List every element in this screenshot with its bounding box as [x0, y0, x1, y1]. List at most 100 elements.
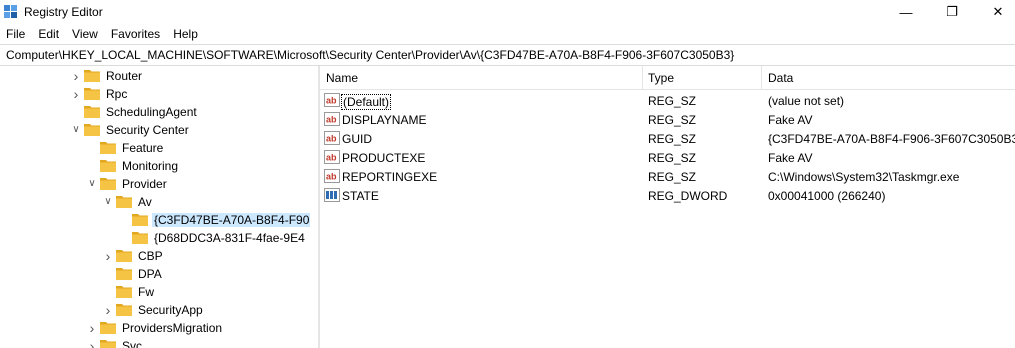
folder-icon: [84, 124, 100, 136]
close-icon: ✕: [992, 4, 1004, 19]
string-value-icon: ab: [324, 169, 340, 183]
registry-key-tree[interactable]: › Router › Rpc SchedulingAgent ∨ Security Cent…: [0, 66, 310, 348]
value-data: C:\Windows\System32\Taskmgr.exe: [768, 170, 960, 184]
svg-text:ab: ab: [326, 115, 337, 125]
value-row[interactable]: ab (Default) REG_SZ (value not set): [320, 91, 1015, 110]
chevron-down-icon[interactable]: ∨: [70, 123, 82, 137]
string-value-icon: ab: [324, 112, 340, 126]
value-type: REG_SZ: [648, 151, 697, 165]
chevron-down-icon[interactable]: ∨: [102, 195, 114, 209]
close-button[interactable]: ✕: [975, 0, 1015, 24]
folder-icon: [116, 304, 132, 316]
address-bar[interactable]: Computer\HKEY_LOCAL_MACHINE\SOFTWARE\Mic…: [0, 44, 1015, 66]
restore-icon: ❐: [946, 4, 958, 19]
folder-icon: [84, 106, 100, 118]
chevron-down-icon[interactable]: ∨: [86, 177, 98, 191]
tree-item-label: Rpc: [106, 87, 128, 101]
string-value-icon: ab: [324, 150, 340, 164]
value-type: REG_DWORD: [648, 189, 728, 203]
menu-edit[interactable]: Edit: [38, 27, 59, 41]
tree-item[interactable]: DPA: [0, 265, 310, 283]
value-data: 0x00041000 (266240): [768, 189, 886, 203]
tree-item-label: Monitoring: [122, 159, 179, 173]
chevron-right-icon[interactable]: ›: [102, 249, 114, 263]
tree-item[interactable]: › CBP: [0, 247, 310, 265]
menu-favorites[interactable]: Favorites: [111, 27, 160, 41]
value-data: {C3FD47BE-A70A-B8F4-F906-3F607C3050B3}: [768, 132, 1015, 146]
tree-item-label: Fw: [138, 285, 154, 299]
tree-item[interactable]: › Router: [0, 67, 310, 85]
menu-view[interactable]: View: [72, 27, 98, 41]
value-name: (Default): [341, 94, 392, 110]
chevron-right-icon[interactable]: ›: [86, 339, 98, 348]
column-header-data[interactable]: Data: [768, 71, 793, 85]
menu-help[interactable]: Help: [173, 27, 198, 41]
value-row[interactable]: ab DISPLAYNAME REG_SZ Fake AV: [320, 110, 1015, 129]
tree-item[interactable]: › SecurityApp: [0, 301, 310, 319]
tree-item-label: {C3FD47BE-A70A-B8F4-F90: [152, 213, 310, 227]
tree-item-label: SchedulingAgent: [106, 105, 197, 119]
tree-item-label: Av: [138, 195, 152, 209]
minimize-button[interactable]: —: [883, 0, 929, 24]
menu-file[interactable]: File: [6, 27, 25, 41]
tree-item[interactable]: SchedulingAgent: [0, 103, 310, 121]
values-list[interactable]: Name Type Data ab (Default) REG_SZ (value n…: [320, 66, 1015, 348]
column-divider[interactable]: [761, 66, 762, 90]
tree-item[interactable]: {D68DDC3A-831F-4fae-9E4: [0, 229, 310, 247]
minimize-icon: —: [899, 4, 913, 20]
folder-icon: [132, 232, 148, 244]
value-type: REG_SZ: [648, 170, 697, 184]
tree-item[interactable]: ∨ Av: [0, 193, 310, 211]
value-name: STATE: [342, 189, 379, 203]
tree-item[interactable]: › Rpc: [0, 85, 310, 103]
folder-icon: [100, 178, 116, 190]
value-type: REG_SZ: [648, 94, 697, 108]
column-header-type[interactable]: Type: [648, 71, 674, 85]
chevron-right-icon[interactable]: ›: [70, 69, 82, 83]
folder-icon: [84, 88, 100, 100]
tree-item-label: ProvidersMigration: [122, 321, 223, 335]
value-data: Fake AV: [768, 151, 813, 165]
value-type: REG_SZ: [648, 113, 697, 127]
svg-text:ab: ab: [326, 96, 337, 106]
tree-item-label: CBP: [138, 249, 163, 263]
value-name: GUID: [342, 132, 372, 146]
tree-item-label: Feature: [122, 141, 164, 155]
title-bar: Registry Editor — ❐ ✕: [0, 0, 1015, 24]
list-header: Name Type Data: [320, 66, 1015, 90]
value-data: (value not set): [768, 94, 845, 108]
tree-item[interactable]: Monitoring: [0, 157, 310, 175]
tree-item[interactable]: Feature: [0, 139, 310, 157]
menu-bar: File Edit View Favorites Help: [0, 24, 1015, 44]
tree-item-label: SecurityApp: [138, 303, 203, 317]
tree-item-label: DPA: [138, 267, 162, 281]
tree-item-label: Router: [106, 69, 143, 83]
folder-icon: [100, 160, 116, 172]
tree-item[interactable]: {C3FD47BE-A70A-B8F4-F90: [0, 211, 310, 229]
value-row[interactable]: STATE REG_DWORD 0x00041000 (266240): [320, 186, 1015, 205]
chevron-right-icon[interactable]: ›: [70, 87, 82, 101]
string-value-icon: ab: [324, 131, 340, 145]
maximize-button[interactable]: ❐: [929, 0, 975, 24]
svg-text:ab: ab: [326, 153, 337, 163]
svg-text:ab: ab: [326, 172, 337, 182]
tree-item[interactable]: ∨ Security Center: [0, 121, 310, 139]
tree-item[interactable]: ∨ Provider: [0, 175, 310, 193]
chevron-right-icon[interactable]: ›: [102, 303, 114, 317]
svg-text:ab: ab: [326, 134, 337, 144]
folder-icon: [100, 142, 116, 154]
value-row[interactable]: ab GUID REG_SZ {C3FD47BE-A70A-B8F4-F906-3F6…: [320, 129, 1015, 148]
column-header-name[interactable]: Name: [326, 71, 358, 85]
value-name: DISPLAYNAME: [342, 113, 427, 127]
column-divider[interactable]: [642, 66, 643, 90]
value-row[interactable]: ab PRODUCTEXE REG_SZ Fake AV: [320, 148, 1015, 167]
tree-item[interactable]: › Svc: [0, 337, 310, 348]
tree-item[interactable]: › ProvidersMigration: [0, 319, 310, 337]
value-data: Fake AV: [768, 113, 813, 127]
value-row[interactable]: ab REPORTINGEXE REG_SZ C:\Windows\System32\…: [320, 167, 1015, 186]
window-title: Registry Editor: [24, 5, 103, 19]
tree-item[interactable]: Fw: [0, 283, 310, 301]
binary-value-icon: [324, 188, 340, 202]
value-name: PRODUCTEXE: [342, 151, 426, 165]
chevron-right-icon[interactable]: ›: [86, 321, 98, 335]
